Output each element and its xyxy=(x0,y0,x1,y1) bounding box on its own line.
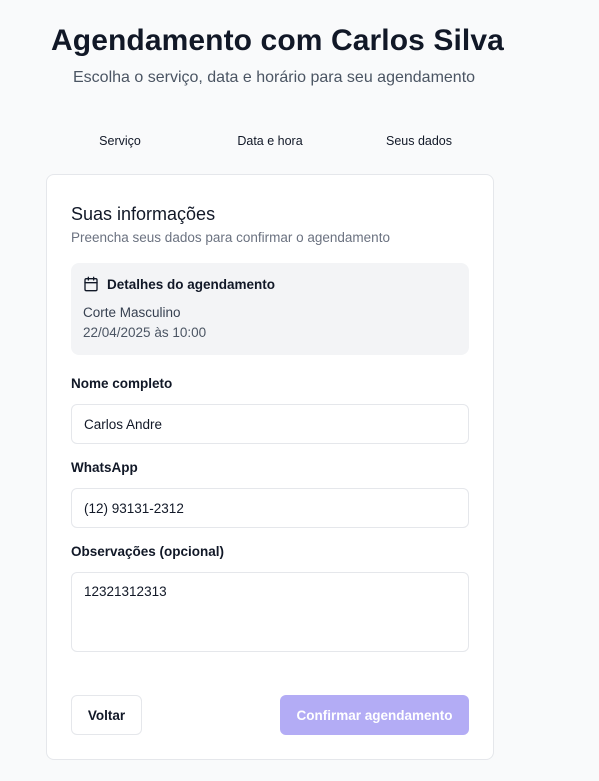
step-service[interactable]: Serviço xyxy=(99,134,141,148)
details-header: Detalhes do agendamento xyxy=(83,276,275,292)
booking-details: Detalhes do agendamento Corte Masculino … xyxy=(71,263,469,355)
card-description: Preencha seus dados para confirmar o age… xyxy=(71,230,390,245)
step-your-data[interactable]: Seus dados xyxy=(386,134,452,148)
stepper: Serviço Data e hora Seus dados xyxy=(46,134,494,154)
calendar-icon xyxy=(84,276,98,292)
page-title: Agendamento com Carlos Silva xyxy=(51,24,504,57)
booking-page: Agendamento com Carlos Silva Escolha o s… xyxy=(0,0,599,781)
confirm-button[interactable]: Confirmar agendamento xyxy=(280,695,469,735)
back-button[interactable]: Voltar xyxy=(71,695,142,735)
notes-field[interactable]: 12321312313 xyxy=(71,572,469,652)
whatsapp-field[interactable] xyxy=(71,488,469,528)
name-label: Nome completo xyxy=(71,376,173,391)
page-subtitle: Escolha o serviço, data e horário para s… xyxy=(73,69,476,86)
notes-label: Observações (opcional) xyxy=(71,544,225,559)
name-field[interactable] xyxy=(71,404,469,444)
info-card: Suas informações Preencha seus dados par… xyxy=(46,174,494,760)
step-date-time[interactable]: Data e hora xyxy=(237,134,302,148)
details-service: Corte Masculino xyxy=(83,305,181,320)
details-datetime: 22/04/2025 às 10:00 xyxy=(83,325,207,340)
details-title: Detalhes do agendamento xyxy=(107,276,276,292)
card-title: Suas informações xyxy=(71,204,216,224)
whatsapp-label: WhatsApp xyxy=(71,460,138,475)
